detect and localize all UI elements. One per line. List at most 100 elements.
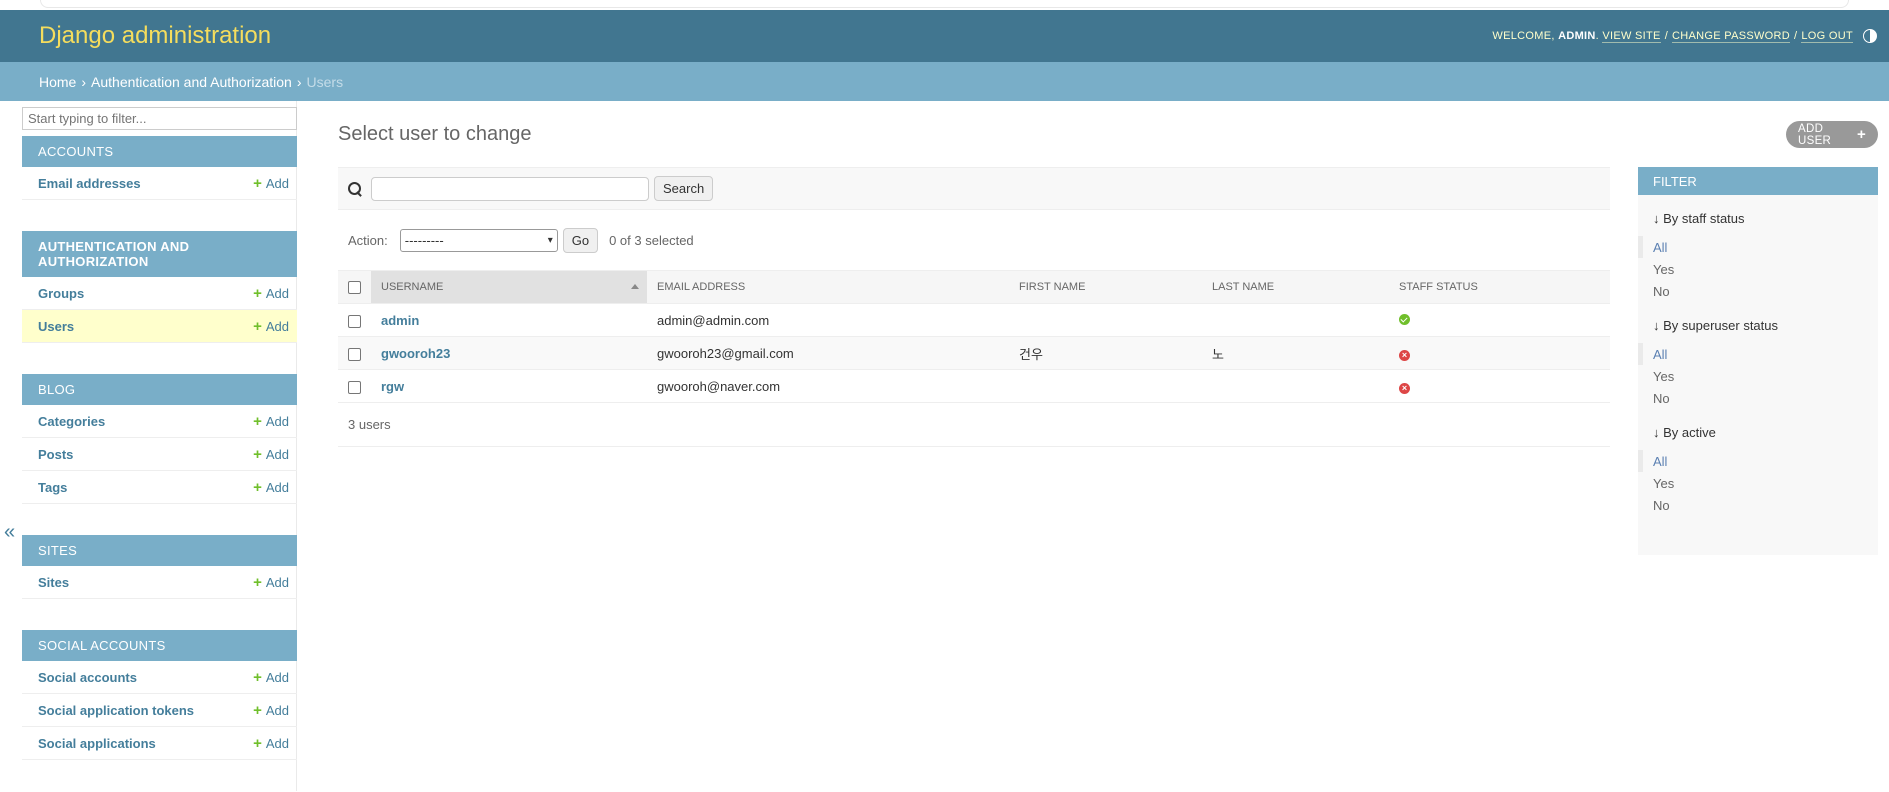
- filter-group-title[interactable]: ↓ By superuser status: [1638, 302, 1878, 343]
- filter-option-no[interactable]: No: [1638, 280, 1878, 302]
- filter-superuser-status: ↓ By superuser status All Yes No: [1638, 302, 1878, 409]
- nav-filter-input[interactable]: [22, 107, 297, 130]
- sidebar-item-label[interactable]: Tags: [38, 480, 67, 495]
- app-accounts: ACCOUNTS Email addresses + Add: [22, 136, 297, 233]
- sidebar-item-label[interactable]: Email addresses: [38, 176, 141, 191]
- filter-active: ↓ By active All Yes No: [1638, 409, 1878, 516]
- chevron-down-icon: ▾: [547, 234, 553, 246]
- search-button[interactable]: Search: [654, 176, 714, 201]
- view-site-link[interactable]: VIEW SITE: [1602, 30, 1661, 43]
- app-caption-sites[interactable]: SITES: [22, 535, 297, 566]
- breadcrumb: Home › Authentication and Authorization …: [0, 62, 1889, 101]
- row-checkbox[interactable]: [348, 347, 361, 361]
- plus-icon: +: [253, 478, 262, 496]
- go-button[interactable]: Go: [562, 227, 599, 253]
- selected-counter: 0 of 3 selected: [609, 232, 694, 248]
- filter-option-all[interactable]: All: [1638, 343, 1878, 365]
- last-name-cell: 노: [1202, 336, 1389, 370]
- sidebar-item-label[interactable]: Users: [38, 319, 74, 334]
- filter-option-no[interactable]: No: [1638, 494, 1878, 516]
- add-user-link[interactable]: + Add: [253, 318, 289, 335]
- main: « ACCOUNTS Email addresses +Add AUTHENTI…: [0, 101, 1889, 791]
- plus-icon: +: [253, 317, 262, 335]
- app-caption-accounts[interactable]: ACCOUNTS: [22, 136, 297, 167]
- email-cell: admin@admin.com: [647, 303, 1009, 337]
- column-last-name[interactable]: LAST NAME: [1202, 270, 1389, 304]
- sidebar-item-categories: Categories + Add: [22, 405, 297, 438]
- filter-option-all[interactable]: All: [1638, 450, 1878, 472]
- theme-toggle-icon[interactable]: [1863, 29, 1877, 43]
- table-row: rgw gwooroh@naver.com ×: [338, 369, 1610, 403]
- plus-icon: +: [253, 284, 262, 302]
- add-user-button[interactable]: ADD USER +: [1786, 121, 1878, 148]
- page-title: Select user to change: [338, 123, 532, 145]
- search-input[interactable]: [371, 176, 649, 201]
- email-cell: gwooroh23@gmail.com: [647, 336, 1009, 370]
- breadcrumb-current: Users: [306, 73, 344, 90]
- add-site-link[interactable]: + Add: [253, 574, 289, 591]
- sort-ascending-icon: [631, 284, 639, 289]
- filter-option-no[interactable]: No: [1638, 387, 1878, 409]
- header: Django administration WELCOME, ADMIN. VI…: [0, 10, 1889, 62]
- select-all-checkbox[interactable]: [348, 280, 361, 294]
- column-staff-status[interactable]: STAFF STATUS: [1389, 270, 1610, 304]
- action-select[interactable]: --------- ▾: [399, 228, 558, 252]
- app-caption-auth[interactable]: AUTHENTICATION AND AUTHORIZATION: [22, 231, 297, 277]
- sidebar-item-label[interactable]: Categories: [38, 414, 105, 429]
- add-social-application-token-link[interactable]: + Add: [253, 702, 289, 719]
- app-auth: AUTHENTICATION AND AUTHORIZATION Groups …: [22, 231, 297, 376]
- add-social-application-link[interactable]: + Add: [253, 735, 289, 752]
- app-caption-social-accounts[interactable]: SOCIAL ACCOUNTS: [22, 630, 297, 661]
- paginator: 3 users: [338, 403, 1610, 447]
- log-out-link[interactable]: LOG OUT: [1801, 30, 1853, 43]
- add-tag-link[interactable]: + Add: [253, 479, 289, 496]
- row-checkbox[interactable]: [348, 380, 361, 394]
- sidebar-item-users: Users + Add: [22, 310, 297, 343]
- filter-group-title[interactable]: ↓ By active: [1638, 409, 1878, 450]
- changelist-filter: FILTER ↓ By staff status All Yes No ↓ By…: [1638, 167, 1878, 555]
- sidebar-item-label[interactable]: Social application tokens: [38, 703, 194, 718]
- search-icon: [348, 181, 362, 196]
- username-link[interactable]: gwooroh23: [381, 346, 450, 361]
- filter-option-yes[interactable]: Yes: [1638, 258, 1878, 280]
- filter-option-all[interactable]: All: [1638, 236, 1878, 258]
- sidebar-item-sites: Sites + Add: [22, 566, 297, 599]
- breadcrumb-auth[interactable]: Authentication and Authorization: [91, 74, 292, 90]
- username-link[interactable]: rgw: [381, 379, 404, 394]
- row-checkbox[interactable]: [348, 314, 361, 328]
- actions-bar: Action: --------- ▾ Go 0 of 3 selected: [338, 210, 1610, 270]
- sidebar-item-label[interactable]: Social applications: [38, 736, 156, 751]
- first-name-cell: 건우: [1009, 336, 1202, 370]
- column-username[interactable]: USERNAME: [371, 270, 647, 304]
- add-category-link[interactable]: + Add: [253, 413, 289, 430]
- action-label: Action:: [348, 232, 388, 248]
- add-group-link[interactable]: + Add: [253, 285, 289, 302]
- app-caption-blog[interactable]: BLOG: [22, 374, 297, 405]
- email-cell: gwooroh@naver.com: [647, 369, 1009, 403]
- sidebar-item-label[interactable]: Social accounts: [38, 670, 137, 685]
- sidebar-item-label[interactable]: Sites: [38, 575, 69, 590]
- plus-icon: +: [253, 734, 262, 752]
- breadcrumb-home[interactable]: Home: [39, 74, 76, 90]
- filter-option-yes[interactable]: Yes: [1638, 472, 1878, 494]
- plus-icon: +: [253, 668, 262, 686]
- column-first-name[interactable]: FIRST NAME: [1009, 270, 1202, 304]
- username: ADMIN: [1558, 30, 1596, 42]
- add-post-link[interactable]: + Add: [253, 446, 289, 463]
- sidebar-item-label[interactable]: Posts: [38, 447, 73, 462]
- sidebar-item-posts: Posts + Add: [22, 438, 297, 471]
- sidebar-item-label[interactable]: Groups: [38, 286, 84, 301]
- select-all-header: [338, 270, 371, 304]
- toggle-sidebar-button[interactable]: «: [4, 521, 15, 544]
- add-email-address-link[interactable]: + Add: [253, 175, 289, 192]
- plus-icon: +: [253, 174, 262, 192]
- plus-icon: +: [1856, 126, 1866, 143]
- site-name[interactable]: Django administration: [39, 22, 271, 50]
- filter-option-yes[interactable]: Yes: [1638, 365, 1878, 387]
- plus-icon: +: [253, 445, 262, 463]
- change-password-link[interactable]: CHANGE PASSWORD: [1672, 30, 1791, 43]
- add-social-account-link[interactable]: + Add: [253, 669, 289, 686]
- column-email[interactable]: EMAIL ADDRESS: [647, 270, 1009, 304]
- username-link[interactable]: admin: [381, 313, 419, 328]
- filter-group-title[interactable]: ↓ By staff status: [1638, 195, 1878, 236]
